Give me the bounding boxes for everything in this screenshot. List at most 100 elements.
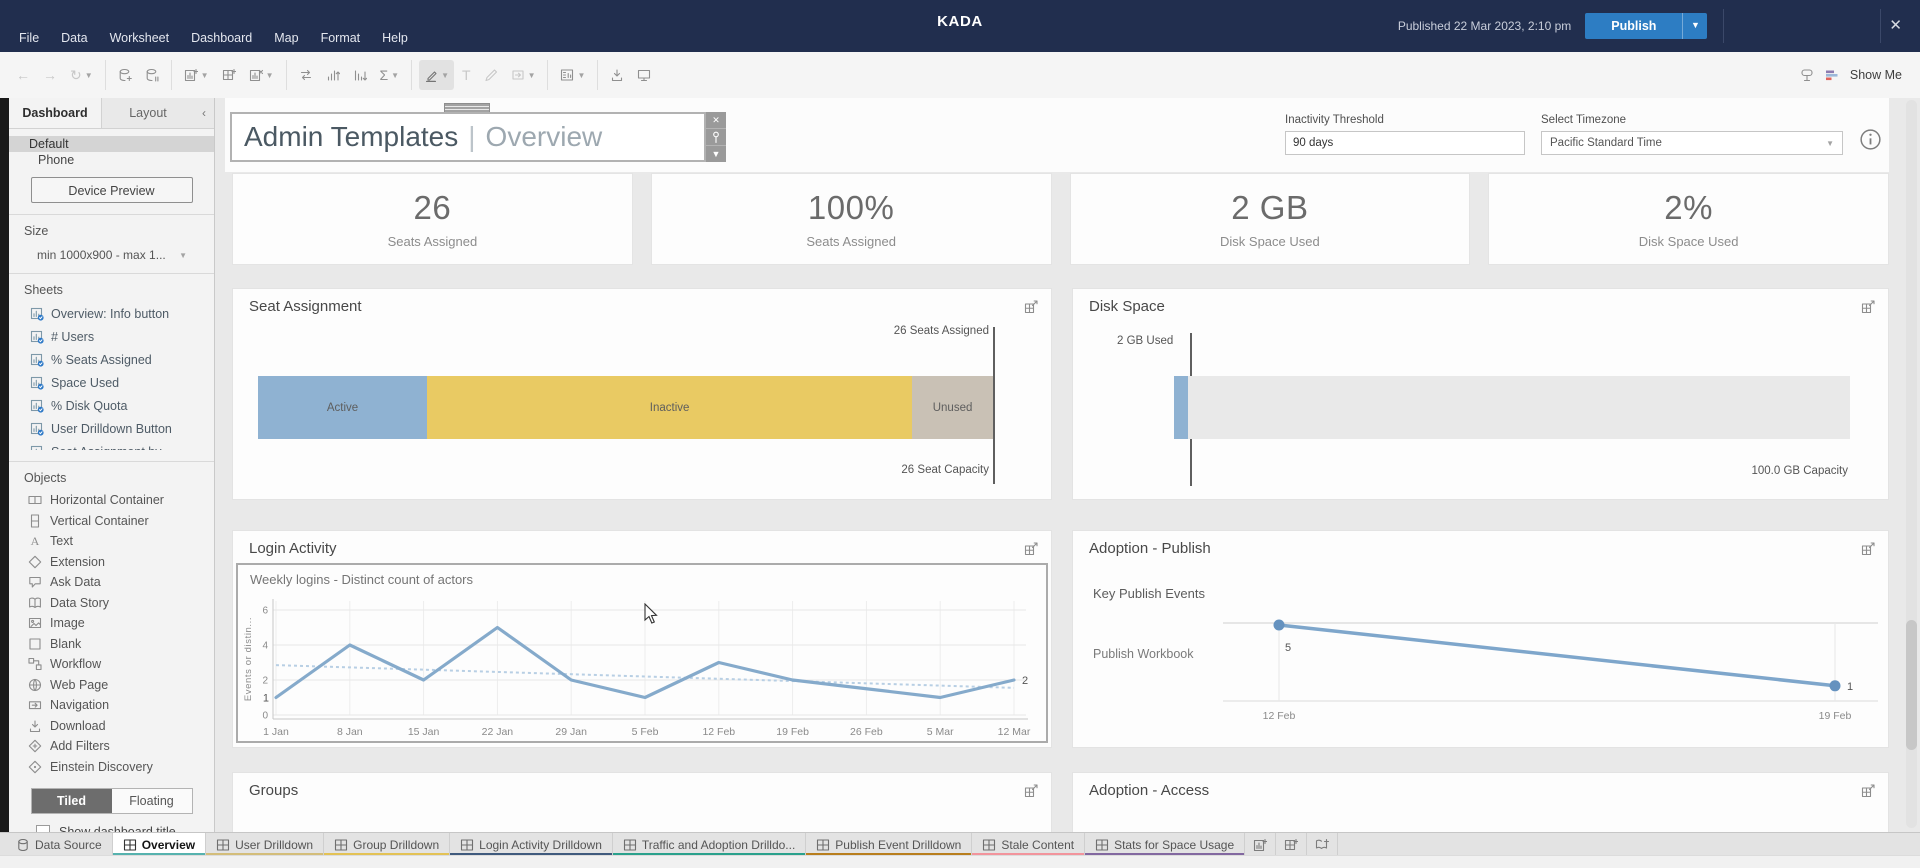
clear-sheet-button[interactable]: ▼ — [244, 60, 279, 90]
object-item-navigation[interactable]: Navigation — [9, 695, 214, 716]
object-item-data-story[interactable]: Data Story — [9, 593, 214, 614]
new-worksheet-button[interactable]: ▼ — [179, 60, 214, 90]
tab-stats-for-space-usage[interactable]: Stats for Space Usage — [1085, 833, 1245, 856]
publish-button-label[interactable]: Publish — [1585, 13, 1682, 39]
tab-stale-content[interactable]: Stale Content — [972, 833, 1085, 856]
sheet-item-seat-assignment-by[interactable]: Seat Assignment by — [9, 440, 214, 450]
highlight-button[interactable]: ▼ — [419, 60, 454, 90]
disk-capacity-bar[interactable] — [1174, 376, 1850, 439]
tab-group-drilldown[interactable]: Group Drilldown — [324, 833, 450, 856]
device-item-phone[interactable]: Phone — [9, 152, 214, 168]
presentation-mode-button[interactable] — [632, 60, 656, 90]
redo-button[interactable]: → — [38, 60, 62, 90]
panel-groups[interactable]: Groups — [232, 772, 1052, 832]
tab-dashboard[interactable]: Dashboard — [9, 98, 102, 128]
panel-login-activity[interactable]: Login Activity Weekly logins - Distinct … — [232, 530, 1052, 748]
seat-segment-active[interactable]: Active — [258, 376, 427, 439]
new-story-button[interactable] — [1307, 833, 1338, 856]
seat-segment-inactive[interactable]: Inactive — [427, 376, 912, 439]
new-dashboard-button[interactable] — [217, 60, 241, 90]
sheet-item-space-used[interactable]: Space Used — [9, 371, 214, 394]
menu-help[interactable]: Help — [371, 24, 419, 52]
pin-object-button[interactable] — [706, 129, 726, 146]
show-me-label[interactable]: Show Me — [1850, 68, 1902, 82]
sheet-item-seats-assigned[interactable]: % Seats Assigned — [9, 348, 214, 371]
new-dashboard-button[interactable] — [1276, 833, 1307, 856]
object-item-ask-data[interactable]: Ask Data — [9, 572, 214, 593]
go-to-sheet-icon[interactable] — [1024, 784, 1038, 798]
object-item-workflow[interactable]: Workflow — [9, 654, 214, 675]
pause-data-button[interactable] — [140, 60, 164, 90]
kpi-card-1[interactable]: 26Seats Assigned — [232, 173, 633, 265]
vertical-scrollbar[interactable] — [1906, 100, 1917, 828]
sort-descending-button[interactable] — [348, 60, 372, 90]
login-activity-chart-zone[interactable]: Weekly logins - Distinct count of actors… — [236, 563, 1048, 743]
object-item-text[interactable]: AText — [9, 531, 214, 552]
panel-adoption-publish[interactable]: Adoption - Publish Key Publish Events Pu… — [1072, 530, 1889, 748]
menu-dashboard[interactable]: Dashboard — [180, 24, 263, 52]
object-item-extension[interactable]: Extension — [9, 552, 214, 573]
object-item-add-filters[interactable]: Add Filters — [9, 736, 214, 757]
go-to-sheet-icon[interactable] — [1024, 300, 1038, 314]
add-data-button[interactable] — [113, 60, 137, 90]
publish-menu-caret-icon[interactable]: ▼ — [1682, 13, 1707, 39]
tab-traffic-and-adoption-drilldo[interactable]: Traffic and Adoption Drilldo... — [613, 833, 806, 856]
text-label-button[interactable]: T — [457, 60, 476, 90]
floating-button[interactable]: Floating — [112, 789, 192, 813]
go-to-sheet-icon[interactable] — [1861, 542, 1875, 556]
tab-layout[interactable]: Layout — [102, 98, 194, 128]
close-icon[interactable]: ✕ — [1881, 13, 1910, 39]
show-cards-button[interactable]: ▼ — [555, 60, 590, 90]
tab-overview[interactable]: Overview — [113, 833, 206, 856]
dashboard-title-object[interactable]: Admin Templates | Overview — [230, 112, 706, 162]
collapse-chevron-icon[interactable]: ‹ — [194, 98, 214, 128]
kpi-card-2[interactable]: 100%Seats Assigned — [651, 173, 1052, 265]
panel-disk-space[interactable]: Disk Space 2 GB Used 100.0 GB Capacity — [1072, 288, 1889, 500]
sheet-item-users[interactable]: # Users — [9, 325, 214, 348]
object-item-download[interactable]: Download — [9, 716, 214, 737]
presentation-flag-icon[interactable] — [1800, 68, 1814, 82]
panel-adoption-access[interactable]: Adoption - Access — [1072, 772, 1889, 832]
menu-file[interactable]: File — [8, 24, 50, 52]
replay-button[interactable]: ↻▼ — [65, 60, 98, 90]
new-worksheet-button[interactable] — [1245, 833, 1276, 856]
tab-user-drilldown[interactable]: User Drilldown — [206, 833, 324, 856]
kpi-card-4[interactable]: 2%Disk Space Used — [1488, 173, 1889, 265]
info-button[interactable] — [1858, 127, 1883, 152]
device-item-default[interactable]: Default — [9, 136, 214, 152]
sheet-item-disk-quota[interactable]: % Disk Quota — [9, 394, 214, 417]
seat-segment-unused[interactable]: Unused — [912, 376, 993, 439]
object-item-vertical-container[interactable]: Vertical Container — [9, 511, 214, 532]
scrollbar-thumb[interactable] — [1906, 620, 1917, 750]
sheet-item-overview-info-button[interactable]: Overview: Info button — [9, 302, 214, 325]
download-button[interactable] — [605, 60, 629, 90]
go-to-sheet-icon[interactable] — [1861, 300, 1875, 314]
object-item-horizontal-container[interactable]: Horizontal Container — [9, 490, 214, 511]
sort-ascending-button[interactable] — [321, 60, 345, 90]
menu-format[interactable]: Format — [310, 24, 372, 52]
object-item-image[interactable]: Image — [9, 613, 214, 634]
menu-map[interactable]: Map — [263, 24, 309, 52]
tab-data-source[interactable]: Data Source — [6, 833, 113, 856]
sheet-item-user-drilldown-button[interactable]: User Drilldown Button — [9, 417, 214, 440]
menu-data[interactable]: Data — [50, 24, 98, 52]
show-me-icon[interactable] — [1825, 69, 1839, 82]
tab-publish-event-drilldown[interactable]: Publish Event Drilldown — [806, 833, 972, 856]
tab-login-activity-drilldown[interactable]: Login Activity Drilldown — [450, 833, 613, 856]
inactivity-threshold-input[interactable] — [1286, 132, 1524, 154]
go-to-sheet-icon[interactable] — [1861, 784, 1875, 798]
totals-button[interactable]: Σ▼ — [375, 60, 405, 90]
swap-axes-button[interactable] — [294, 60, 318, 90]
object-more-button[interactable]: ▼ — [706, 146, 726, 162]
device-preview-button[interactable]: Device Preview — [31, 177, 193, 203]
go-to-sheet-icon[interactable] — [1024, 542, 1038, 556]
undo-button[interactable]: ← — [11, 60, 35, 90]
object-item-einstein-discovery[interactable]: Einstein Discovery — [9, 757, 214, 778]
size-dropdown[interactable]: min 1000x900 - max 1... ▼ — [37, 248, 187, 262]
publish-button[interactable]: Publish ▼ — [1585, 13, 1707, 39]
kpi-card-3[interactable]: 2 GBDisk Space Used — [1070, 173, 1471, 265]
disk-used-bar[interactable] — [1174, 376, 1188, 439]
remove-object-button[interactable]: ✕ — [706, 112, 726, 129]
tiled-button[interactable]: Tiled — [32, 789, 112, 813]
object-item-blank[interactable]: Blank — [9, 634, 214, 655]
